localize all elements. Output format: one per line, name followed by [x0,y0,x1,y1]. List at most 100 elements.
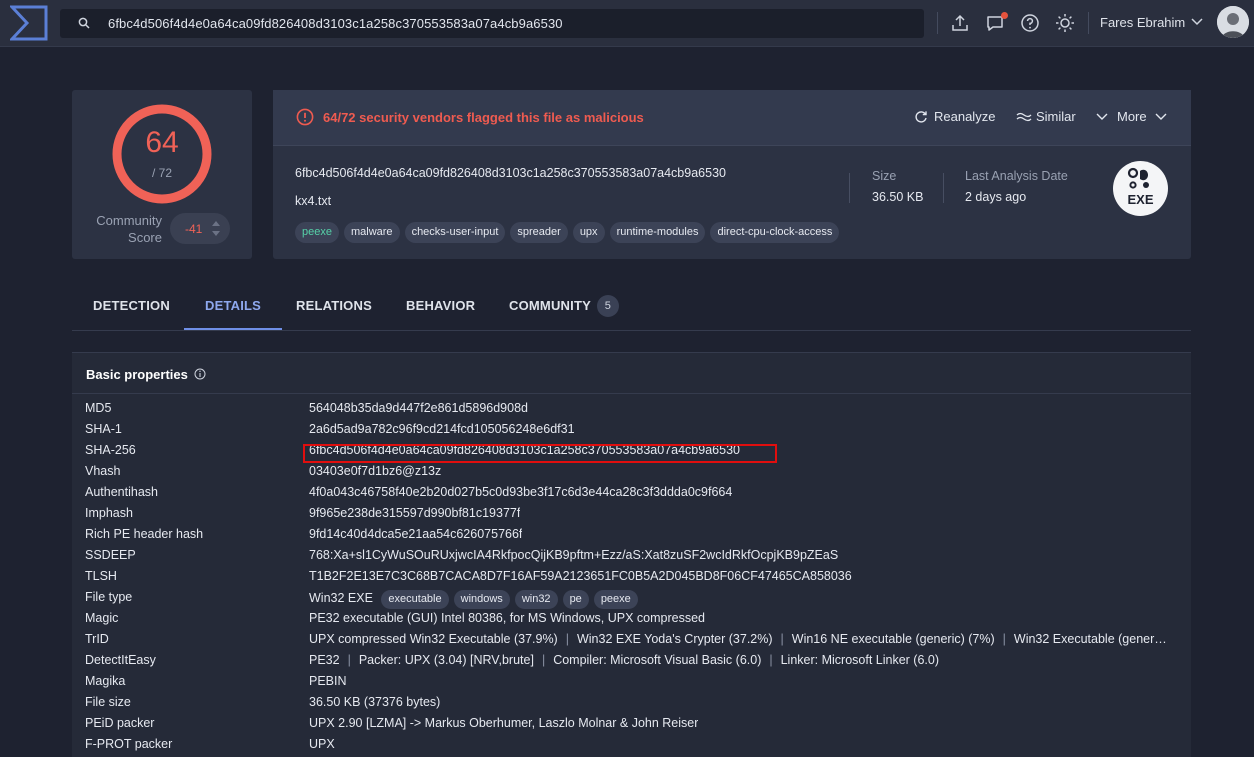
property-row: SSDEEP 768:Xa+sl1CyWuSOuRUxjwcIA4RkfpocQi… [72,545,1191,566]
property-row: Imphash 9f965e238de315597d990bf81c19377f [72,503,1191,524]
file-type-tag[interactable]: pe [562,590,589,609]
divider [849,173,850,203]
info-icon[interactable] [194,368,206,380]
property-row: Vhash 03403e0f7d1bz6@z13z [72,461,1191,482]
tab-community-label: COMMUNITY [509,298,591,313]
property-value-text: 9f965e238de315597d990bf81c19377f [309,506,521,520]
chevron-down-icon [1155,113,1167,120]
file-type-tag[interactable]: windows [453,590,510,609]
alert-bar: 64/72 security vendors flagged this file… [273,90,1191,146]
alert-text: 64/72 security vendors flagged this file… [323,110,644,125]
tab-detection[interactable]: DETECTION [93,282,170,328]
user-name[interactable]: Fares Ebrahim [1100,15,1185,30]
property-value[interactable]: 36.50 KB (37376 bytes) [309,695,440,709]
file-name: kx4.txt [295,194,332,208]
similar-button[interactable]: Similar [1016,109,1108,124]
tab-details[interactable]: DETAILS [184,282,283,330]
property-row: File type Win32 EXE executable windows win3… [72,587,1191,609]
help-icon[interactable] [1020,13,1040,33]
virustotal-logo[interactable] [10,5,48,41]
avatar-icon [1217,6,1249,38]
panel-header: Basic properties [72,353,1191,394]
tag[interactable]: upx [572,222,605,243]
search-icon [78,17,90,29]
highlight-annotation [303,444,777,463]
theme-icon[interactable] [1055,13,1075,33]
tab-relations[interactable]: RELATIONS [296,282,372,328]
property-value[interactable]: 9f965e238de315597d990bf81c19377f [309,506,520,520]
property-key: Rich PE header hash [85,527,204,541]
community-score-widget[interactable]: -41 [170,213,230,244]
property-value[interactable]: PE32 executable (GUI) Intel 80386, for M… [309,611,705,625]
last-analysis-label: Last Analysis Date [965,169,1068,183]
file-type-tag[interactable]: peexe [593,590,638,609]
property-value-text: PEBIN [309,674,347,688]
chevron-down-icon [1096,113,1108,120]
tag-list: peexe malware checks-user-input spreader upx… [295,222,844,244]
tab-behavior[interactable]: BEHAVIOR [406,282,475,328]
file-hash[interactable]: 6fbc4d506f4d4e0a64ca09fd826408d3103c1a25… [295,166,726,180]
property-value[interactable]: 564048b35da9d447f2e861d5896d908d [309,401,528,415]
file-type-tag[interactable]: win32 [514,590,558,609]
property-value[interactable]: 9fd14c40d4dca5e21aa54c626075766f [309,527,522,541]
property-value[interactable]: 03403e0f7d1bz6@z13z [309,464,441,478]
reanalyze-button[interactable]: Reanalyze [914,109,995,124]
community-count-badge: 5 [596,295,619,317]
file-type-tag[interactable]: executable [381,590,449,609]
chevron-down-icon[interactable] [1191,17,1203,27]
property-value[interactable]: UPX 2.90 [LZMA] -> Markus Oberhumer, Las… [309,716,698,730]
community-label-line: Score [128,230,162,245]
tag[interactable]: peexe [295,222,339,243]
property-value[interactable]: Win32 EXE executable windows win32 pe peexe [309,590,638,609]
tab-community[interactable]: COMMUNITY 5 [509,282,619,328]
upload-icon[interactable] [950,13,970,33]
detection-total: / 72 [151,166,172,180]
property-value[interactable]: UPX [309,737,335,751]
tag[interactable]: checks-user-input [404,222,506,243]
tag[interactable]: direct-cpu-clock-access [710,222,840,243]
property-segment: Win16 NE executable (generic) (7%) [791,632,995,646]
segment-separator: | [565,632,569,646]
search-bar[interactable]: 6fbc4d506f4d4e0a64ca09fd826408d3103c1a25… [60,9,924,38]
reanalyze-label: Reanalyze [934,109,996,124]
property-key: F-PROT packer [85,737,173,751]
property-value[interactable]: PE32 | Packer: UPX (3.04) [NRV,brute] | Comp… [309,653,939,667]
property-value[interactable]: PEBIN [309,674,347,688]
property-value[interactable]: UPX compressed Win32 Executable (37.9%) |… [309,632,1167,646]
property-row: PEiD packer UPX 2.90 [LZMA] -> Markus Obe… [72,713,1191,734]
property-value[interactable]: T1B2F2E13E7C3C68B7CACA8D7F16AF59A2123651… [309,569,852,583]
property-key: SSDEEP [85,548,136,562]
property-value-text: 2a6d5ad9a782c96f9cd214fcd105056248e6df31 [309,422,575,436]
property-value-text: 564048b35da9d447f2e861d5896d908d [309,401,528,415]
property-value[interactable]: 768:Xa+sl1CyWuSOuRUxjwcIA4RkfpocQijKB9pf… [309,548,838,562]
alert-circle-icon [296,108,314,126]
property-value-text: 36.50 KB (37376 bytes) [309,695,441,709]
property-key: File size [85,695,131,709]
gears-icon [1127,167,1149,189]
basic-properties-panel: Basic properties MD5 564048b35da9d447f2e8… [72,352,1191,757]
avatar[interactable] [1217,6,1249,38]
tag[interactable]: spreader [510,222,568,243]
property-value-text: UPX [309,737,335,751]
notification-dot [1001,12,1008,19]
segment-separator: | [1002,632,1006,646]
property-row: DetectItEasy PE32 | Packer: UPX (3.04) [NRV… [72,650,1191,671]
property-value[interactable]: 2a6d5ad9a782c96f9cd214fcd105056248e6df31 [309,422,575,436]
divider [943,173,944,203]
more-button[interactable]: More [1117,109,1167,124]
property-key: SHA-1 [85,422,122,436]
vote-arrows-icon[interactable] [211,217,221,240]
tag[interactable]: runtime-modules [609,222,706,243]
property-key: Magic [85,611,119,625]
property-value-text: T1B2F2E13E7C3C68B7CACA8D7F16AF59A2123651… [309,569,852,583]
property-value[interactable]: 4f0a043c46758f40e2b20d027b5c0d93be3f17c6… [309,485,732,499]
file-summary-card: 64/72 security vendors flagged this file… [273,90,1191,259]
detection-score-card: 64 / 72 Community Score -41 [72,90,252,259]
property-row: F-PROT packer UPX [72,734,1191,755]
size-value: 36.50 KB [872,190,924,204]
property-key: SHA-256 [85,443,136,457]
tag[interactable]: malware [343,222,400,243]
property-value-text: 9fd14c40d4dca5e21aa54c626075766f [309,527,523,541]
property-key: MD5 [85,401,112,415]
search-input[interactable]: 6fbc4d506f4d4e0a64ca09fd826408d3103c1a25… [108,16,563,31]
